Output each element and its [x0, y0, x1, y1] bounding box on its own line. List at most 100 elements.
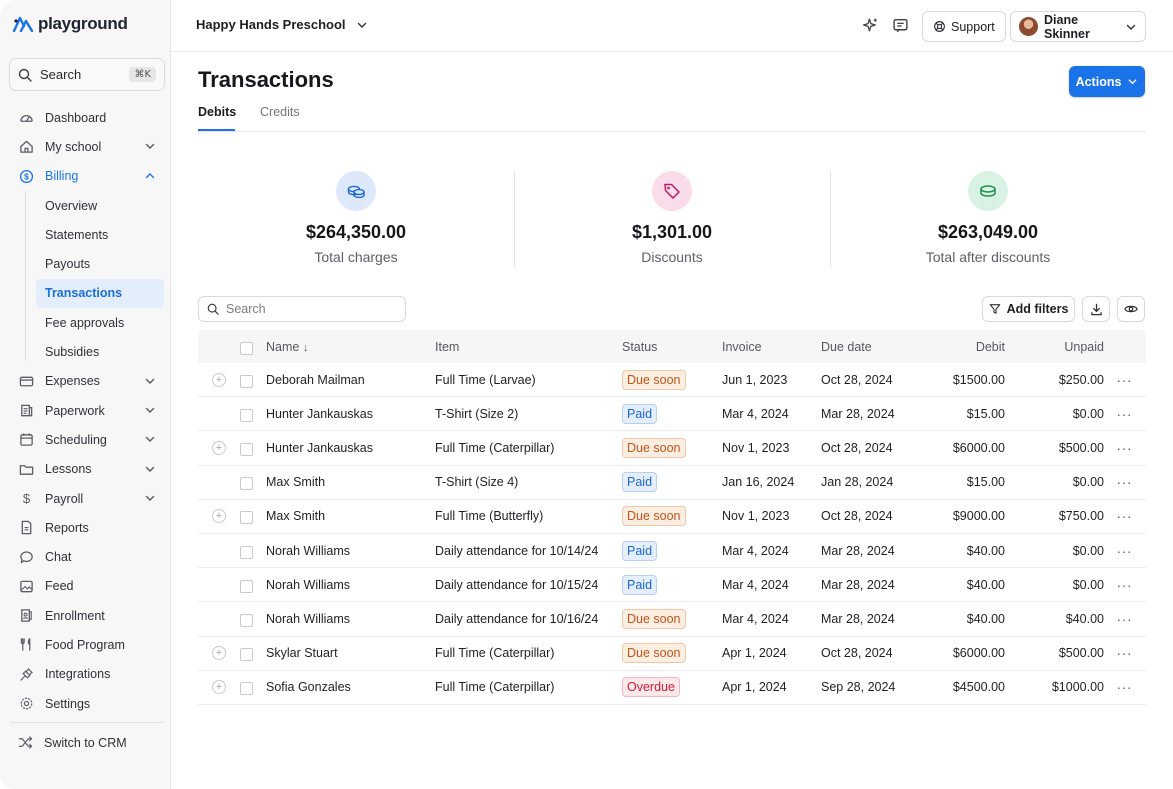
table-row[interactable]: Norah Williams Daily attendance for 10/16… — [198, 602, 1146, 637]
table-row[interactable]: + Skylar Stuart Full Time (Caterpillar) Due… — [198, 637, 1146, 671]
cell-unpaid: $500.00 — [1058, 440, 1104, 455]
table-row[interactable]: Max Smith T-Shirt (Size 4) Paid Jan 16, 202… — [198, 466, 1146, 500]
cell-item: Daily attendance for 10/15/24 — [435, 577, 599, 592]
expand-row-icon[interactable]: + — [212, 646, 226, 661]
actions-button[interactable]: Actions — [1069, 66, 1145, 97]
row-checkbox[interactable] — [240, 477, 253, 491]
more-options-icon[interactable]: ··· — [1117, 406, 1133, 422]
view-options-button[interactable] — [1117, 296, 1145, 322]
more-options-icon[interactable]: ··· — [1117, 508, 1133, 524]
chevron-down-icon — [145, 144, 155, 150]
select-all-checkbox[interactable] — [240, 341, 253, 355]
more-options-icon[interactable]: ··· — [1117, 543, 1133, 559]
sidebar-search[interactable]: Search ⌘K — [9, 58, 165, 91]
add-filters-button[interactable]: Add filters — [982, 296, 1075, 322]
row-checkbox[interactable] — [240, 613, 253, 627]
table-row[interactable]: + Max Smith Full Time (Butterfly) Due soon N… — [198, 500, 1146, 534]
cell-invoice: Apr 1, 2024 — [722, 680, 787, 695]
more-options-icon[interactable]: ··· — [1117, 440, 1133, 456]
cell-name: Deborah Mailman — [266, 372, 365, 387]
cell-debit: $6000.00 — [952, 440, 1005, 455]
row-checkbox[interactable] — [240, 374, 253, 388]
expand-row-icon[interactable]: + — [212, 680, 226, 695]
sidebar-item-overview[interactable]: Overview — [10, 191, 164, 220]
sidebar-item-feed[interactable]: Feed — [10, 572, 164, 601]
more-options-icon[interactable]: ··· — [1117, 577, 1133, 593]
sidebar-item-paperwork[interactable]: Paperwork — [10, 396, 164, 425]
sidebar-item-food-program[interactable]: Food Program — [10, 630, 164, 659]
cell-due-date: Oct 28, 2024 — [821, 646, 893, 661]
user-name: Diane Skinner — [1044, 12, 1090, 41]
row-checkbox[interactable] — [240, 648, 253, 662]
row-checkbox[interactable] — [240, 579, 253, 593]
cell-unpaid: $1000.00 — [1051, 680, 1104, 695]
switch-to-crm-button[interactable]: Switch to CRM — [18, 735, 127, 750]
sidebar-item-billing[interactable]: $ Billing — [10, 162, 164, 191]
stat-amount: $264,350.00 — [305, 222, 407, 242]
sidebar-item-enrollment[interactable]: Enrollment — [10, 601, 164, 630]
cell-due-date: Jan 28, 2024 — [821, 475, 894, 490]
sidebar-item-chat[interactable]: Chat — [10, 542, 164, 571]
row-checkbox[interactable] — [240, 682, 253, 696]
table-row[interactable]: + Deborah Mailman Full Time (Larvae) Due so… — [198, 363, 1146, 398]
sidebar-item-lessons[interactable]: Lessons — [10, 455, 164, 484]
row-checkbox[interactable] — [240, 511, 253, 525]
more-options-icon[interactable]: ··· — [1117, 474, 1133, 490]
cell-name: Hunter Jankauskas — [266, 440, 374, 455]
sidebar-item-payroll[interactable]: $ Payroll — [10, 484, 164, 513]
sidebar-item-expenses[interactable]: Expenses — [10, 367, 164, 396]
table-row[interactable]: Hunter Jankauskas T-Shirt (Size 2) Paid Mar… — [198, 397, 1146, 432]
row-checkbox[interactable] — [240, 545, 253, 559]
sidebar-item-label: Payroll — [45, 491, 84, 506]
sidebar-item-statements[interactable]: Statements — [10, 220, 164, 249]
tab-debits[interactable]: Debits — [198, 105, 236, 119]
expand-row-icon[interactable]: + — [212, 440, 226, 455]
cell-debit: $1500.00 — [952, 372, 1005, 387]
sidebar-item-scheduling[interactable]: Scheduling — [10, 425, 164, 454]
table-row[interactable]: + Hunter Jankauskas Full Time (Caterpillar… — [198, 431, 1146, 466]
cell-name: Hunter Jankauskas — [266, 406, 374, 421]
support-label: Support — [951, 19, 995, 34]
dollar-circle-icon: $ — [18, 168, 34, 184]
search-icon — [18, 68, 32, 82]
cell-status: Due soon — [622, 608, 686, 629]
table-search-input[interactable] — [226, 302, 396, 316]
column-name[interactable]: Name ↓ — [266, 340, 308, 354]
cell-status: Paid — [622, 540, 658, 561]
expand-row-icon[interactable]: + — [212, 372, 226, 387]
cell-unpaid: $0.00 — [1072, 543, 1104, 558]
sidebar-item-reports[interactable]: Reports — [10, 513, 164, 542]
shuffle-icon — [18, 736, 33, 749]
support-button[interactable]: Support — [922, 11, 1006, 42]
user-menu-button[interactable]: Diane Skinner — [1010, 11, 1146, 42]
message-icon[interactable] — [892, 17, 909, 34]
more-options-icon[interactable]: ··· — [1117, 372, 1133, 388]
switch-crm-label: Switch to CRM — [44, 735, 127, 750]
row-checkbox[interactable] — [240, 408, 253, 422]
chat-icon — [18, 549, 34, 565]
sidebar-item-dashboard[interactable]: Dashboard — [10, 103, 164, 132]
cell-invoice: Apr 1, 2024 — [722, 646, 787, 661]
status-badge: Paid — [622, 540, 658, 561]
table-row[interactable]: Norah Williams Daily attendance for 10/14… — [198, 534, 1146, 569]
sidebar-item-integrations[interactable]: Integrations — [10, 660, 164, 689]
school-switcher[interactable]: Happy Hands Preschool — [196, 17, 368, 32]
more-options-icon[interactable]: ··· — [1117, 645, 1133, 661]
more-options-icon[interactable]: ··· — [1117, 611, 1133, 627]
download-button[interactable] — [1082, 296, 1110, 322]
sidebar-item-subsidies[interactable]: Subsidies — [10, 337, 164, 366]
sparkle-icon[interactable] — [862, 17, 879, 34]
table-row[interactable]: Norah Williams Daily attendance for 10/15… — [198, 568, 1146, 603]
expand-row-icon[interactable]: + — [212, 509, 226, 524]
sidebar-item-fee-approvals[interactable]: Fee approvals — [10, 308, 164, 337]
logo[interactable]: playground — [12, 14, 128, 34]
sidebar-item-my-school[interactable]: My school — [10, 132, 164, 161]
table-row[interactable]: + Sofia Gonzales Full Time (Caterpillar) Ov… — [198, 671, 1146, 705]
sidebar-item-settings[interactable]: Settings — [10, 689, 164, 718]
sidebar-item-payouts[interactable]: Payouts — [10, 249, 164, 278]
more-options-icon[interactable]: ··· — [1117, 679, 1133, 695]
chevron-down-icon — [145, 437, 155, 443]
sidebar-item-transactions[interactable]: Transactions — [36, 278, 164, 309]
row-checkbox[interactable] — [240, 442, 253, 456]
tab-credits[interactable]: Credits — [260, 105, 300, 119]
